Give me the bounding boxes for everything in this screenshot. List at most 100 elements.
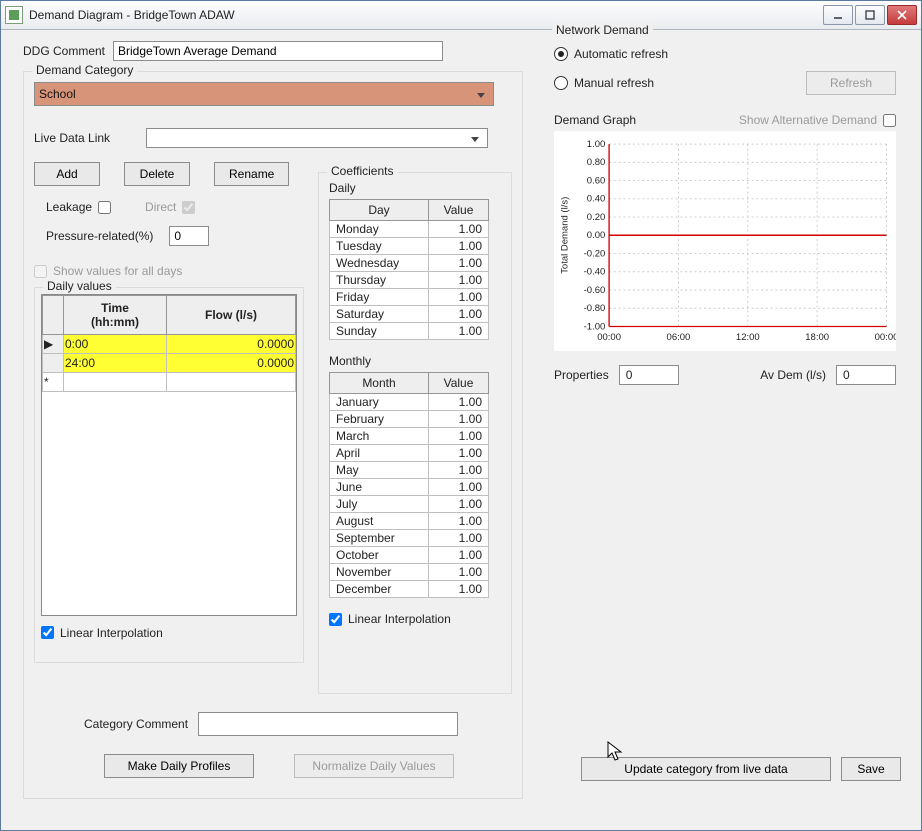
table-row[interactable]: April1.00	[330, 445, 489, 462]
table-row[interactable]: October1.00	[330, 547, 489, 564]
table-row[interactable]: January1.00	[330, 394, 489, 411]
leakage-checkbox[interactable]: Leakage	[46, 200, 111, 214]
ddg-comment-label: DDG Comment	[23, 44, 105, 58]
coef-value-cell[interactable]: 1.00	[429, 306, 489, 323]
pressure-input[interactable]	[169, 226, 209, 246]
coef-name-cell[interactable]: Wednesday	[330, 255, 429, 272]
table-row[interactable]: August1.00	[330, 513, 489, 530]
table-row[interactable]: December1.00	[330, 581, 489, 598]
coef-value-cell[interactable]: 1.00	[429, 272, 489, 289]
coef-name-cell[interactable]: Monday	[330, 221, 429, 238]
coef-name-cell[interactable]: Friday	[330, 289, 429, 306]
update-category-button[interactable]: Update category from live data	[581, 757, 831, 781]
titlebar[interactable]: Demand Diagram - BridgeTown ADAW	[1, 1, 921, 30]
table-row[interactable]: Tuesday1.00	[330, 238, 489, 255]
properties-value[interactable]: 0	[619, 365, 679, 385]
demand-graph[interactable]: 1.000.800.600.400.200.00-0.20-0.40-0.60-…	[554, 131, 896, 351]
coef-value-cell[interactable]: 1.00	[429, 547, 489, 564]
pressure-label: Pressure-related(%)	[46, 229, 153, 243]
coef-value-cell[interactable]: 1.00	[429, 513, 489, 530]
table-row[interactable]: May1.00	[330, 462, 489, 479]
auto-refresh-radio[interactable]: Automatic refresh	[554, 47, 668, 61]
table-row[interactable]: June1.00	[330, 479, 489, 496]
coef-name-cell[interactable]: March	[330, 428, 429, 445]
minimize-button[interactable]	[823, 5, 853, 25]
coef-name-cell[interactable]: January	[330, 394, 429, 411]
category-comment-input[interactable]	[198, 712, 458, 736]
coef-value-cell[interactable]: 1.00	[429, 564, 489, 581]
daily-values-table[interactable]: Time (hh:mm) Flow (l/s) ▶0:000.000024:00…	[42, 295, 296, 392]
coef-name-cell[interactable]: April	[330, 445, 429, 462]
manual-refresh-radio[interactable]: Manual refresh	[554, 76, 654, 90]
coef-name-cell[interactable]: November	[330, 564, 429, 581]
svg-text:0.80: 0.80	[587, 157, 606, 168]
coef-name-cell[interactable]: December	[330, 581, 429, 598]
table-row[interactable]: Sunday1.00	[330, 323, 489, 340]
table-row[interactable]: November1.00	[330, 564, 489, 581]
delete-button[interactable]: Delete	[124, 162, 190, 186]
table-row[interactable]: February1.00	[330, 411, 489, 428]
daily-time-cell[interactable]: 0:00	[64, 334, 167, 353]
maximize-button[interactable]	[855, 5, 885, 25]
daily-time-cell[interactable]: 24:00	[64, 353, 167, 372]
svg-text:-1.00: -1.00	[584, 321, 606, 332]
daily-values-flow-header: Flow (l/s)	[167, 295, 296, 334]
coef-name-cell[interactable]: Tuesday	[330, 238, 429, 255]
table-row[interactable]: 24:000.0000	[43, 353, 296, 372]
add-button[interactable]: Add	[34, 162, 100, 186]
coef-name-cell[interactable]: September	[330, 530, 429, 547]
daily-values-group: Daily values Time (hh:mm) Flow (l/s)	[34, 287, 304, 663]
table-row[interactable]: Wednesday1.00	[330, 255, 489, 272]
coef-value-cell[interactable]: 1.00	[429, 238, 489, 255]
category-combo[interactable]: School	[34, 82, 494, 106]
coef-value-cell[interactable]: 1.00	[429, 479, 489, 496]
daily-flow-cell[interactable]: 0.0000	[167, 353, 296, 372]
coef-name-cell[interactable]: June	[330, 479, 429, 496]
coef-value-cell[interactable]: 1.00	[429, 445, 489, 462]
coef-value-cell[interactable]: 1.00	[429, 581, 489, 598]
coef-linear-interp-checkbox[interactable]: Linear Interpolation	[329, 612, 451, 626]
coef-daily-table[interactable]: Day Value Monday1.00Tuesday1.00Wednesday…	[329, 199, 489, 340]
coef-value-cell[interactable]: 1.00	[429, 428, 489, 445]
coef-value-cell[interactable]: 1.00	[429, 394, 489, 411]
table-row[interactable]: July1.00	[330, 496, 489, 513]
radio-dot-icon	[554, 47, 568, 61]
rename-button[interactable]: Rename	[214, 162, 289, 186]
demand-category-group: Demand Category School Live Data Link	[23, 71, 523, 799]
table-row[interactable]: March1.00	[330, 428, 489, 445]
coef-value-cell[interactable]: 1.00	[429, 411, 489, 428]
coef-name-cell[interactable]: Saturday	[330, 306, 429, 323]
save-button[interactable]: Save	[841, 757, 901, 781]
table-row[interactable]: Friday1.00	[330, 289, 489, 306]
coef-value-cell[interactable]: 1.00	[429, 289, 489, 306]
coef-name-cell[interactable]: October	[330, 547, 429, 564]
coef-name-cell[interactable]: February	[330, 411, 429, 428]
coef-name-cell[interactable]: May	[330, 462, 429, 479]
coef-monthly-table[interactable]: Month Value January1.00February1.00March…	[329, 372, 489, 598]
table-row[interactable]: ▶0:000.0000	[43, 334, 296, 353]
coef-value-cell[interactable]: 1.00	[429, 255, 489, 272]
coef-value-cell[interactable]: 1.00	[429, 530, 489, 547]
svg-text:00:00: 00:00	[875, 332, 896, 343]
table-row[interactable]: Saturday1.00	[330, 306, 489, 323]
coef-name-cell[interactable]: Thursday	[330, 272, 429, 289]
avdem-value[interactable]: 0	[836, 365, 896, 385]
coef-name-cell[interactable]: August	[330, 513, 429, 530]
coef-name-cell[interactable]: July	[330, 496, 429, 513]
table-row[interactable]: September1.00	[330, 530, 489, 547]
coef-value-cell[interactable]: 1.00	[429, 496, 489, 513]
daily-linear-interp-checkbox[interactable]: Linear Interpolation	[41, 626, 163, 640]
table-row[interactable]: Monday1.00	[330, 221, 489, 238]
table-row[interactable]: Thursday1.00	[330, 272, 489, 289]
coef-name-cell[interactable]: Sunday	[330, 323, 429, 340]
close-button[interactable]	[887, 5, 917, 25]
coef-value-cell[interactable]: 1.00	[429, 462, 489, 479]
make-daily-profiles-button[interactable]: Make Daily Profiles	[104, 754, 254, 778]
ddg-comment-input[interactable]	[113, 41, 443, 61]
table-row-new[interactable]: *	[43, 372, 296, 391]
coef-value-cell[interactable]: 1.00	[429, 221, 489, 238]
daily-flow-cell[interactable]: 0.0000	[167, 334, 296, 353]
live-data-link-combo[interactable]	[146, 128, 488, 148]
coef-value-cell[interactable]: 1.00	[429, 323, 489, 340]
show-alt-demand-checkbox[interactable]: Show Alternative Demand	[739, 113, 896, 127]
